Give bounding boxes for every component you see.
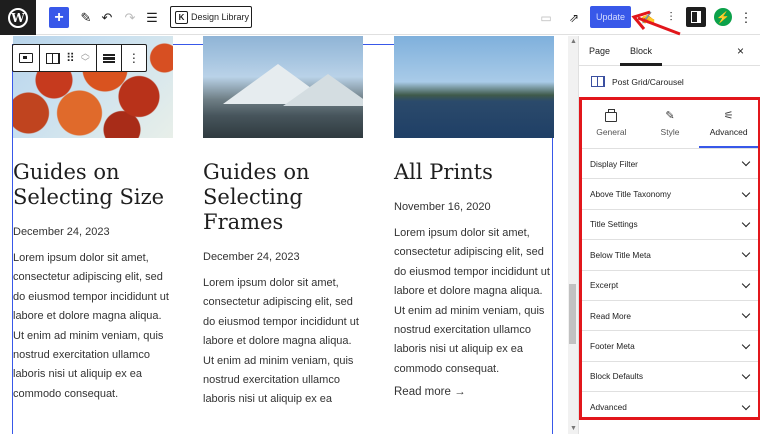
- tab-advanced-label: Advanced: [709, 127, 748, 137]
- block-card: Post Grid/Carousel: [579, 66, 760, 98]
- tab-style[interactable]: ✎ Style: [641, 100, 700, 148]
- undo-icon[interactable]: ↶: [98, 7, 116, 28]
- chevron-down-icon: [741, 309, 751, 319]
- post-card: Guides on Selecting Size December 24, 20…: [13, 36, 173, 404]
- sidebar-tabs: Page Block ×: [579, 36, 760, 66]
- block-toolbar: ⠿ ︿ ﹀ ⋮: [12, 44, 147, 72]
- add-block-button[interactable]: +: [49, 7, 69, 28]
- post-date: December 24, 2023: [203, 251, 300, 263]
- panel-advanced[interactable]: Advanced: [582, 392, 758, 422]
- block-name: Post Grid/Carousel: [612, 76, 684, 87]
- block-mover-segment: ⠿ ︿ ﹀: [40, 45, 97, 71]
- kadence-icon: K: [175, 10, 188, 24]
- panel-excerpt[interactable]: Excerpt: [582, 271, 758, 301]
- drag-icon[interactable]: ⠿: [66, 52, 75, 64]
- wordpress-icon: W: [8, 7, 28, 28]
- panel-label: Below Title Meta: [590, 249, 651, 260]
- redo-icon[interactable]: ↷: [121, 7, 139, 28]
- panel-display-filter[interactable]: Display Filter: [582, 149, 758, 180]
- tab-block[interactable]: Block: [620, 36, 662, 66]
- post-excerpt: Lorem ipsum dolor sit amet, consectetur …: [203, 277, 359, 406]
- sidebar-icon: [691, 11, 701, 23]
- chevron-down-icon: [741, 340, 751, 349]
- block-settings-highlight: General ✎ Style ⚟ Advanced Display Filte…: [579, 97, 760, 420]
- post-title[interactable]: Guides on Selecting Size: [13, 160, 173, 210]
- scroll-up-icon[interactable]: ▲: [570, 38, 577, 45]
- plugin-bolt-icon[interactable]: ⚡: [714, 8, 732, 26]
- panel-label: Block Defaults: [590, 371, 644, 382]
- panel-label: Read More: [590, 310, 632, 321]
- panel-label: Title Settings: [590, 219, 638, 230]
- chevron-down-icon: [741, 370, 751, 380]
- panel-read-more[interactable]: Read More: [582, 301, 758, 332]
- panel-block-defaults[interactable]: Block Defaults: [582, 362, 758, 393]
- tab-style-label: Style: [660, 127, 680, 137]
- slider-icon: [19, 53, 33, 63]
- post-card: Guides on Selecting Frames December 24, …: [203, 36, 363, 410]
- canvas-scrollbar[interactable]: ▲ ▼: [568, 36, 578, 434]
- post-card: All Prints November 16, 2020 Lorem ipsum…: [394, 36, 554, 398]
- read-more-link[interactable]: Read more →: [394, 386, 554, 398]
- align-icon: [102, 53, 115, 63]
- sliders-icon: ⚟: [723, 110, 734, 122]
- post-title[interactable]: All Prints: [394, 160, 554, 185]
- move-up-down-icon[interactable]: ︿ ﹀: [81, 49, 90, 67]
- chevron-down-icon: [741, 157, 751, 167]
- grid-icon[interactable]: [46, 52, 60, 64]
- design-library-button[interactable]: K Design Library: [170, 6, 252, 28]
- options-icon[interactable]: ⋮: [737, 7, 755, 28]
- chevron-down-icon: [741, 249, 751, 258]
- tab-advanced[interactable]: ⚟ Advanced: [699, 100, 758, 148]
- scroll-down-icon[interactable]: ▼: [570, 425, 577, 432]
- post-excerpt: Lorem ipsum dolor sit amet, consectetur …: [13, 252, 169, 400]
- post-grid-icon: [591, 76, 605, 87]
- brush-icon: ✎: [665, 110, 675, 122]
- tab-page[interactable]: Page: [579, 36, 620, 66]
- briefcase-icon: [605, 108, 618, 122]
- tab-general-label: General: [596, 126, 627, 137]
- post-image-snowy-mountains[interactable]: [203, 36, 363, 138]
- post-excerpt: Lorem ipsum dolor sit amet, consectetur …: [394, 227, 550, 375]
- external-view-icon[interactable]: ⇗: [565, 7, 583, 28]
- panel-label: Display Filter: [590, 158, 638, 169]
- wordpress-logo-button[interactable]: W: [0, 0, 36, 35]
- chevron-down-icon: [741, 188, 751, 197]
- align-segment[interactable]: [97, 45, 122, 71]
- more-options-icon: ⋮: [127, 51, 140, 65]
- chevron-down-icon: [741, 279, 751, 288]
- tab-general[interactable]: General: [582, 100, 641, 148]
- panel-label: Footer Meta: [590, 341, 635, 352]
- chevron-down-icon: [741, 401, 751, 411]
- settings-tabs: General ✎ Style ⚟ Advanced: [582, 100, 758, 149]
- pencil-icon[interactable]: ✎: [77, 7, 95, 28]
- close-icon[interactable]: ×: [737, 44, 744, 58]
- panel-label: Excerpt: [590, 280, 619, 291]
- more-options-segment[interactable]: ⋮: [122, 45, 146, 71]
- panel-below-title-meta[interactable]: Below Title Meta: [582, 240, 758, 271]
- post-date: November 16, 2020: [394, 201, 491, 213]
- scrollbar-thumb[interactable]: [569, 284, 576, 344]
- editor-canvas: ⠿ ︿ ﹀ ⋮ Guides on Selecting Size December…: [0, 36, 568, 434]
- settings-sidebar: Page Block × Post Grid/Carousel General …: [578, 36, 760, 434]
- update-button[interactable]: Update: [590, 6, 631, 28]
- block-type-segment[interactable]: [13, 45, 40, 71]
- post-image-lake[interactable]: [394, 36, 554, 138]
- panel-label: Advanced: [590, 402, 627, 413]
- desktop-preview-icon[interactable]: ▭: [537, 7, 555, 28]
- panel-footer-meta[interactable]: Footer Meta: [582, 331, 758, 362]
- list-view-icon[interactable]: ☰: [143, 7, 161, 28]
- post-title[interactable]: Guides on Selecting Frames: [203, 160, 363, 235]
- post-date: December 24, 2023: [13, 226, 110, 238]
- design-library-label: Design Library: [191, 12, 250, 22]
- chevron-down-icon: [741, 218, 751, 228]
- panel-title-settings[interactable]: Title Settings: [582, 210, 758, 241]
- panel-above-title-taxonomy[interactable]: Above Title Taxonomy: [582, 179, 758, 210]
- panel-label: Above Title Taxonomy: [590, 189, 672, 200]
